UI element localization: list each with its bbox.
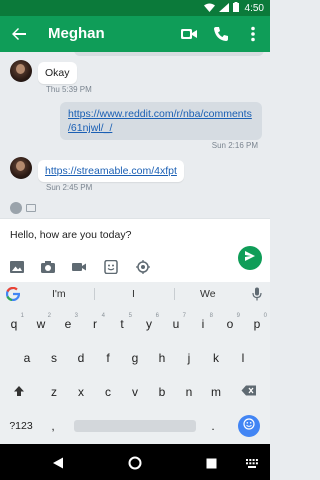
message-timestamp: Sun 2:16 PM (211, 141, 258, 150)
recents-nav-icon[interactable] (206, 456, 217, 474)
device-icon (26, 204, 36, 212)
message-link-line-1[interactable]: https://www.reddit.com/r/nba/comments (68, 107, 254, 121)
conversation-header: Meghan (0, 16, 270, 52)
contact-name: Meghan (48, 25, 105, 42)
system-navigation-bar (0, 444, 270, 480)
contact-avatar[interactable] (10, 157, 32, 179)
message-timestamp: Thu 5:39 PM (46, 85, 92, 94)
attachment-toolbar (0, 252, 270, 282)
back-arrow-icon[interactable] (10, 25, 28, 43)
more-options-icon[interactable] (244, 25, 262, 43)
key-z[interactable]: z (41, 380, 67, 404)
incoming-message-bubble[interactable]: Okay (38, 62, 77, 84)
suggestion-divider (94, 288, 95, 300)
suggestion-item[interactable]: We (200, 288, 216, 300)
keyboard-switch-icon[interactable] (246, 456, 258, 474)
emoji-key[interactable] (238, 415, 260, 437)
key-l[interactable]: l (230, 346, 256, 370)
period-key[interactable]: . (202, 414, 224, 438)
message-link-line-2[interactable]: /61njwl/_/ (68, 121, 254, 135)
shift-icon (13, 385, 25, 400)
key-m[interactable]: m (203, 380, 229, 404)
emoji-icon (243, 417, 255, 435)
key-g[interactable]: g (122, 346, 148, 370)
message-text: Okay (45, 67, 70, 79)
key-t[interactable]: t5 (109, 312, 135, 336)
compose-text[interactable]: Hello, how are you today? (10, 229, 131, 241)
phone-icon[interactable] (212, 25, 230, 43)
send-icon (244, 249, 256, 267)
read-receipt-indicator (10, 202, 36, 214)
message-timestamp: Sun 2:45 PM (46, 183, 93, 192)
location-icon[interactable] (135, 260, 151, 274)
outgoing-message-bubble[interactable]: https://www.reddit.com/r/nba/comments /6… (60, 102, 262, 141)
key-q[interactable]: q1 (1, 312, 27, 336)
status-bar: 4:50 (0, 0, 270, 16)
key-o[interactable]: o9 (217, 312, 243, 336)
key-x[interactable]: x (68, 380, 94, 404)
signal-icon (218, 2, 229, 15)
video-call-icon[interactable] (180, 25, 198, 43)
keyboard-row-3: z x c v b n m (0, 380, 270, 408)
suggestion-divider (174, 288, 175, 300)
incoming-message-bubble[interactable]: https://streamable.com/4xfpt (38, 160, 184, 182)
video-icon[interactable] (71, 260, 87, 274)
spacebar[interactable] (74, 420, 196, 432)
microphone-icon[interactable] (252, 287, 262, 301)
key-n[interactable]: n (176, 380, 202, 404)
battery-icon (232, 2, 239, 15)
key-i[interactable]: i8 (190, 312, 216, 336)
shift-key[interactable] (6, 380, 32, 404)
key-f[interactable]: f (95, 346, 121, 370)
key-p[interactable]: p0 (244, 312, 270, 336)
wifi-icon (203, 3, 215, 15)
symbols-key[interactable]: ?123 (4, 414, 38, 438)
suggestion-item[interactable]: I (132, 288, 135, 300)
key-b[interactable]: b (149, 380, 175, 404)
previous-message-stub (74, 52, 264, 56)
key-e[interactable]: e3 (55, 312, 81, 336)
gallery-icon[interactable] (9, 260, 25, 274)
sticker-icon[interactable] (103, 259, 119, 275)
home-nav-icon[interactable] (128, 456, 142, 475)
message-compose-field[interactable]: Hello, how are you today? (0, 218, 270, 252)
keyboard-row-4: ?123 , . (0, 414, 270, 442)
key-u[interactable]: u7 (163, 312, 189, 336)
key-c[interactable]: c (95, 380, 121, 404)
key-v[interactable]: v (122, 380, 148, 404)
message-thread[interactable]: Okay Thu 5:39 PM https://www.reddit.com/… (0, 52, 270, 218)
google-g-icon[interactable] (5, 286, 21, 302)
keyboard-row-1: q1 w2 e3 r4 t5 y6 u7 i8 o9 p0 (0, 312, 270, 340)
suggestion-item[interactable]: I'm (52, 288, 66, 300)
read-receipt-avatar (10, 202, 22, 214)
key-w[interactable]: w2 (28, 312, 54, 336)
message-link[interactable]: https://streamable.com/4xfpt (45, 165, 177, 177)
on-screen-keyboard: I'm I We q1 w2 e3 r4 t5 y6 u7 i8 o9 p0 a… (0, 282, 270, 444)
key-a[interactable]: a (14, 346, 40, 370)
backspace-key[interactable] (236, 380, 262, 404)
back-nav-icon[interactable] (52, 456, 64, 474)
backspace-icon (241, 385, 257, 399)
key-h[interactable]: h (149, 346, 175, 370)
keyboard-row-2: a s d f g h j k l (0, 346, 270, 374)
camera-icon[interactable] (40, 260, 56, 274)
key-r[interactable]: r4 (82, 312, 108, 336)
key-s[interactable]: s (41, 346, 67, 370)
suggestion-strip: I'm I We (0, 282, 270, 306)
key-d[interactable]: d (68, 346, 94, 370)
contact-avatar[interactable] (10, 60, 32, 82)
send-button[interactable] (238, 246, 262, 270)
status-time: 4:50 (244, 3, 264, 14)
comma-key[interactable]: , (42, 414, 64, 438)
key-j[interactable]: j (176, 346, 202, 370)
key-k[interactable]: k (203, 346, 229, 370)
key-y[interactable]: y6 (136, 312, 162, 336)
